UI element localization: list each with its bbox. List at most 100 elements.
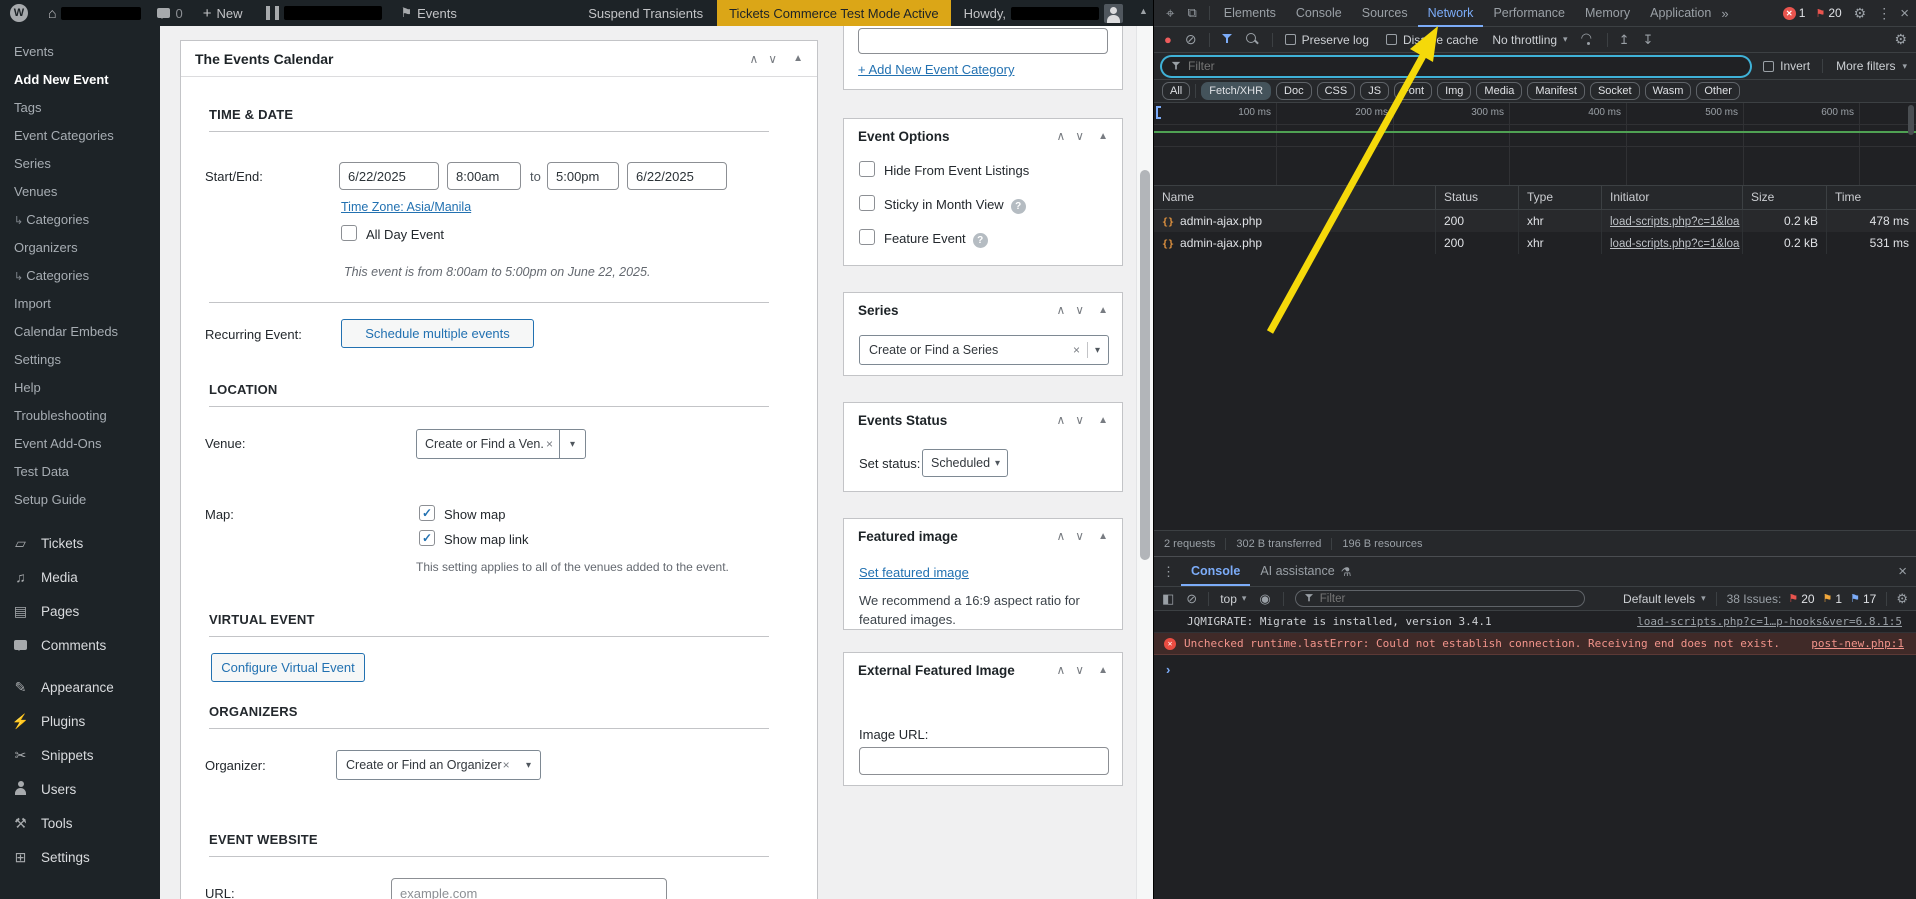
sidebar-item-settings-main[interactable]: ⊞ Settings: [0, 840, 160, 874]
chip-all[interactable]: All: [1162, 82, 1191, 100]
start-time-input[interactable]: [447, 162, 521, 190]
collapse-toggle-icon[interactable]: ▲: [1098, 665, 1108, 676]
sidebar-item-events[interactable]: Events: [0, 38, 160, 66]
sidebar-item-test-data[interactable]: Test Data: [0, 458, 160, 486]
devtools-close-icon[interactable]: ×: [1900, 5, 1909, 22]
tab-sources[interactable]: Sources: [1352, 0, 1418, 27]
collapse-toggle-icon[interactable]: ▲: [793, 53, 803, 64]
timeline-scrollbar-thumb[interactable]: [1908, 105, 1914, 135]
help-icon[interactable]: ?: [1010, 199, 1026, 214]
move-down-icon[interactable]: ∨: [1075, 129, 1084, 143]
add-new-event-category-link[interactable]: + Add New Event Category: [858, 62, 1014, 77]
sidebar-item-venue-categories[interactable]: ↳ Categories: [0, 206, 160, 234]
tab-console[interactable]: Console: [1286, 0, 1352, 27]
warnings-badge[interactable]: ⚑ 1: [1823, 592, 1843, 606]
configure-virtual-event-button[interactable]: Configure Virtual Event: [211, 653, 365, 682]
new-category-input[interactable]: [858, 28, 1108, 54]
sticky-month-view-checkbox[interactable]: [859, 195, 875, 211]
sidebar-item-tools[interactable]: ⚒ Tools: [0, 806, 160, 840]
issues-badge[interactable]: ⚑ 20: [1815, 6, 1841, 20]
network-settings-gear-icon[interactable]: ⚙: [1894, 31, 1907, 48]
tab-memory[interactable]: Memory: [1575, 0, 1640, 27]
clear-console-icon[interactable]: ⊘: [1186, 591, 1197, 607]
info-badge[interactable]: ⚑ 17: [1850, 592, 1876, 606]
import-har-icon[interactable]: ↥: [1619, 32, 1630, 48]
sidebar-item-tags[interactable]: Tags: [0, 94, 160, 122]
move-up-icon[interactable]: ∧: [1057, 413, 1066, 427]
image-url-input[interactable]: [859, 747, 1109, 775]
request-name-cell[interactable]: {} admin-ajax.php: [1154, 232, 1436, 254]
drawer-tab-console[interactable]: Console: [1181, 557, 1250, 586]
chip-css[interactable]: CSS: [1316, 82, 1356, 100]
remove-x-icon[interactable]: ×: [1073, 343, 1080, 357]
sidebar-item-event-add-ons[interactable]: Event Add-Ons: [0, 430, 160, 458]
move-down-icon[interactable]: ∨: [1075, 413, 1084, 427]
collapse-toggle-icon[interactable]: ▲: [1098, 131, 1108, 142]
new-menu[interactable]: + New: [203, 5, 243, 22]
more-filters-button[interactable]: More filters: [1836, 59, 1895, 73]
schedule-multiple-events-button[interactable]: Schedule multiple events: [341, 319, 534, 348]
chip-img[interactable]: Img: [1437, 82, 1472, 100]
request-size-cell[interactable]: 0.2 kB: [1743, 210, 1827, 232]
sidebar-item-calendar-embeds[interactable]: Calendar Embeds: [0, 318, 160, 346]
sidebar-item-add-new-event[interactable]: Add New Event: [0, 66, 160, 94]
column-header-type[interactable]: Type: [1519, 186, 1602, 210]
export-har-icon[interactable]: ↧: [1642, 32, 1653, 48]
move-up-icon[interactable]: ∧: [1057, 303, 1066, 317]
move-down-icon[interactable]: ∨: [1075, 529, 1084, 543]
disable-cache-checkbox[interactable]: [1385, 34, 1397, 45]
sidebar-item-pages[interactable]: ▤ Pages: [0, 594, 160, 628]
sidebar-item-snippets[interactable]: ✂ Snippets: [0, 738, 160, 772]
venue-dropdown-section[interactable]: ▾: [559, 430, 585, 458]
invert-checkbox[interactable]: [1763, 60, 1775, 72]
column-header-name[interactable]: Name: [1154, 186, 1436, 210]
sidebar-item-setup-guide[interactable]: Setup Guide: [0, 486, 160, 514]
chip-media[interactable]: Media: [1476, 82, 1523, 100]
column-header-size[interactable]: Size: [1743, 186, 1827, 210]
chip-font[interactable]: Font: [1394, 82, 1433, 100]
feature-event-checkbox[interactable]: [859, 229, 875, 245]
move-up-icon[interactable]: ∧: [750, 52, 759, 66]
issues-label[interactable]: 38 Issues:: [1727, 592, 1782, 606]
invert-label[interactable]: Invert: [1780, 59, 1810, 73]
chip-doc[interactable]: Doc: [1276, 82, 1312, 100]
drawer-menu-icon[interactable]: ⋮: [1162, 564, 1175, 580]
sidebar-item-import[interactable]: Import: [0, 290, 160, 318]
drawer-close-icon[interactable]: ×: [1898, 563, 1907, 580]
end-time-input[interactable]: [547, 162, 619, 190]
chip-other[interactable]: Other: [1696, 82, 1740, 100]
clear-icon[interactable]: ⊘: [1185, 31, 1197, 48]
request-name-cell[interactable]: {} admin-ajax.php: [1154, 210, 1436, 232]
eye-icon[interactable]: ◉: [1259, 591, 1270, 607]
devtools-menu-icon[interactable]: ⋮: [1877, 5, 1891, 22]
sidebar-item-media[interactable]: ♫ Media: [0, 560, 160, 594]
sidebar-item-users[interactable]: Users: [0, 772, 160, 806]
move-up-icon[interactable]: ∧: [1057, 129, 1066, 143]
more-tabs-icon[interactable]: »: [1721, 6, 1728, 21]
help-icon[interactable]: ?: [972, 233, 988, 248]
all-day-checkbox[interactable]: [341, 225, 357, 241]
console-filter-input[interactable]: [1319, 592, 1520, 605]
wordpress-logo-menu[interactable]: W: [10, 4, 28, 22]
move-up-icon[interactable]: ∧: [1057, 663, 1066, 677]
chip-fetch-xhr[interactable]: Fetch/XHR: [1201, 82, 1272, 100]
inspect-icon[interactable]: ⌖: [1166, 5, 1174, 22]
request-size-cell[interactable]: 0.2 kB: [1743, 232, 1827, 254]
filter-toggle-icon[interactable]: [1221, 34, 1232, 45]
sidebar-item-venues[interactable]: Venues: [0, 178, 160, 206]
sidebar-item-event-categories[interactable]: Event Categories: [0, 122, 160, 150]
scrollbar-thumb[interactable]: [1140, 170, 1150, 560]
request-status-cell[interactable]: 200: [1436, 210, 1519, 232]
scrollbar-up-arrow[interactable]: ▲: [1139, 6, 1148, 16]
series-select[interactable]: Create or Find a Series × ▾: [859, 335, 1109, 365]
sidebar-item-plugins[interactable]: ⚡ Plugins: [0, 704, 160, 738]
chip-manifest[interactable]: Manifest: [1527, 82, 1585, 100]
tickets-test-mode-badge[interactable]: Tickets Commerce Test Mode Active: [717, 0, 951, 26]
column-header-time[interactable]: Time: [1827, 186, 1916, 210]
request-time-cell[interactable]: 531 ms: [1827, 232, 1916, 254]
tab-elements[interactable]: Elements: [1214, 0, 1286, 27]
timezone-link[interactable]: Time Zone: Asia/Manila: [341, 200, 471, 214]
sidebar-item-appearance[interactable]: ✎ Appearance: [0, 670, 160, 704]
request-initiator-cell[interactable]: load-scripts.php?c=1&loa: [1602, 210, 1743, 232]
tab-network[interactable]: Network: [1418, 0, 1484, 27]
